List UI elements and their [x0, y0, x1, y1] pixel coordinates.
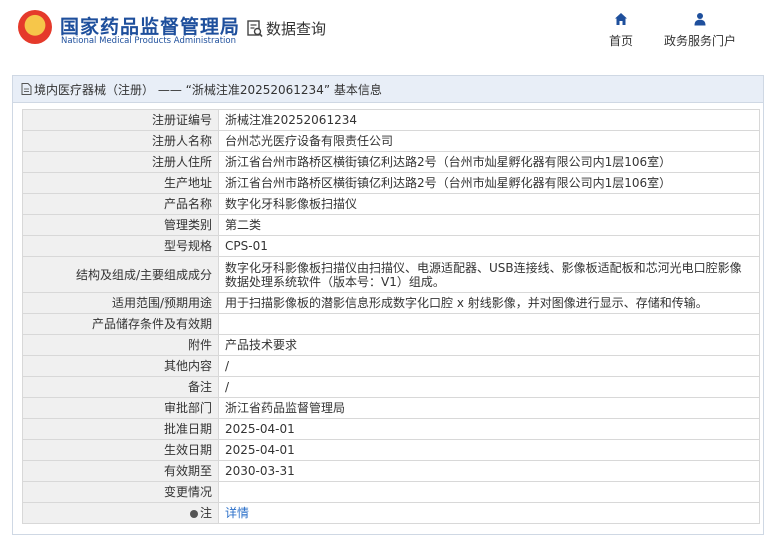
table-row: 结构及组成/主要组成成分 数字化牙科影像板扫描仪由扫描仪、电源适配器、USB连接线…	[22, 256, 760, 293]
document-search-icon	[247, 19, 263, 37]
nav-service-portal[interactable]: 政务服务门户	[664, 12, 736, 49]
row-value	[218, 481, 760, 503]
row-value: 浙江省台州市路桥区横街镇亿利达路2号（台州市灿星孵化器有限公司内1层106室）	[218, 172, 760, 194]
table-row: 适用范围/预期用途 用于扫描影像板的潜影信息形成数字化口腔 x 射线影像，并对图像…	[22, 292, 760, 314]
table-row: 生效日期 2025-04-01	[22, 439, 760, 461]
pin-icon	[189, 509, 198, 518]
row-value	[218, 313, 760, 335]
row-label: 变更情况	[22, 481, 219, 503]
row-value: /	[218, 376, 760, 398]
registration-info-table: 注册证编号 浙械注准20252061234 注册人名称 台州芯光医疗设备有限责任公司注…	[22, 109, 760, 524]
home-icon	[615, 13, 627, 25]
row-value: CPS-01	[218, 235, 760, 257]
table-row: 备注 /	[22, 376, 760, 398]
detail-panel: 境内医疗器械（注册） —— “浙械注准20252061234” 基本信息 注册证…	[12, 75, 764, 535]
table-row: 附件 产品技术要求	[22, 334, 760, 356]
nav-home[interactable]: 首页	[609, 12, 633, 49]
row-value: 台州芯光医疗设备有限责任公司	[218, 130, 760, 152]
row-value: 浙江省台州市路桥区横街镇亿利达路2号（台州市灿星孵化器有限公司内1层106室）	[218, 151, 760, 173]
user-icon	[694, 13, 706, 26]
row-label: 批准日期	[22, 418, 219, 440]
table-row: 型号规格 CPS-01	[22, 235, 760, 257]
table-row: 注册证编号 浙械注准20252061234	[22, 109, 760, 131]
document-icon	[21, 83, 32, 95]
row-label: 注	[22, 502, 219, 524]
row-value: 2030-03-31	[218, 460, 760, 482]
row-label: 管理类别	[22, 214, 219, 236]
row-value: 第二类	[218, 214, 760, 236]
row-label: 产品储存条件及有效期	[22, 313, 219, 335]
row-label: 注册人住所	[22, 151, 219, 173]
table-row: 管理类别 第二类	[22, 214, 760, 236]
table-row: 产品储存条件及有效期	[22, 313, 760, 335]
row-label: 备注	[22, 376, 219, 398]
row-value: /	[218, 355, 760, 377]
row-label: 附件	[22, 334, 219, 356]
nav-home-label: 首页	[609, 34, 634, 48]
row-value: 产品技术要求	[218, 334, 760, 356]
row-label: 注册证编号	[22, 109, 219, 131]
panel-title: 境内医疗器械（注册） —— “浙械注准20252061234” 基本信息	[34, 82, 382, 97]
table-row: 变更情况	[22, 481, 760, 503]
brand-name-cn[interactable]: 国家药品监督管理局	[60, 12, 240, 39]
row-value: 浙江省药品监督管理局	[218, 397, 760, 419]
site-header: 国家药品监督管理局 National Medical Products Admi…	[0, 0, 765, 62]
table-row: 注册人名称 台州芯光医疗设备有限责任公司	[22, 130, 760, 152]
table-row: 产品名称 数字化牙科影像板扫描仪	[22, 193, 760, 215]
table-row: 注 详情	[22, 502, 760, 524]
nmpa-emblem-icon[interactable]	[18, 10, 52, 44]
table-row: 审批部门 浙江省药品监督管理局	[22, 397, 760, 419]
table-row: 其他内容 /	[22, 355, 760, 377]
row-label: 型号规格	[22, 235, 219, 257]
row-value: 数字化牙科影像板扫描仪	[218, 193, 760, 215]
row-label: 结构及组成/主要组成成分	[22, 256, 219, 293]
panel-title-bar: 境内医疗器械（注册） —— “浙械注准20252061234” 基本信息	[13, 76, 763, 103]
row-value: 详情	[218, 502, 760, 524]
table-row: 生产地址 浙江省台州市路桥区横街镇亿利达路2号（台州市灿星孵化器有限公司内1层10…	[22, 172, 760, 194]
note-label: 注	[199, 506, 212, 520]
detail-link[interactable]: 详情	[225, 506, 249, 520]
table-row: 有效期至 2030-03-31	[22, 460, 760, 482]
row-value: 浙械注准20252061234	[218, 109, 760, 131]
nav-service-portal-label: 政务服务门户	[664, 34, 737, 48]
row-label: 产品名称	[22, 193, 219, 215]
row-label: 其他内容	[22, 355, 219, 377]
row-label: 适用范围/预期用途	[22, 292, 219, 314]
row-value: 用于扫描影像板的潜影信息形成数字化口腔 x 射线影像，并对图像进行显示、存储和传…	[218, 292, 760, 314]
row-value: 2025-04-01	[218, 418, 760, 440]
row-label: 有效期至	[22, 460, 219, 482]
table-row: 注册人住所 浙江省台州市路桥区横街镇亿利达路2号（台州市灿星孵化器有限公司内1层1…	[22, 151, 760, 173]
brand-name-en: National Medical Products Administration	[61, 36, 236, 46]
row-label: 审批部门	[22, 397, 219, 419]
row-value: 数字化牙科影像板扫描仪由扫描仪、电源适配器、USB连接线、影像板适配板和芯河光电…	[218, 256, 760, 293]
row-label: 生效日期	[22, 439, 219, 461]
data-query-heading: 数据查询	[247, 18, 326, 39]
table-row: 批准日期 2025-04-01	[22, 418, 760, 440]
row-label: 注册人名称	[22, 130, 219, 152]
row-label: 生产地址	[22, 172, 219, 194]
data-query-label: 数据查询	[266, 20, 327, 38]
row-value: 2025-04-01	[218, 439, 760, 461]
